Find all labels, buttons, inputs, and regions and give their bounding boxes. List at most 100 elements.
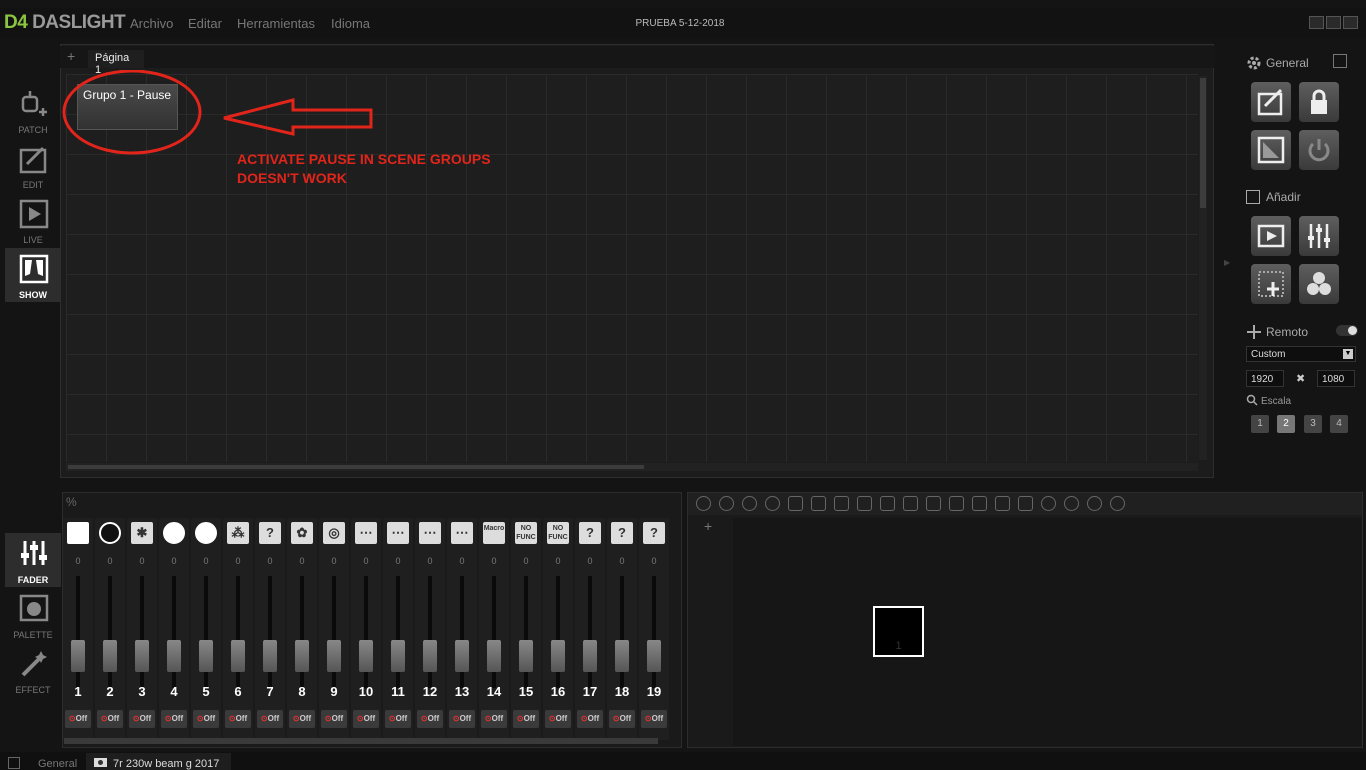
- nav-edit[interactable]: EDIT: [5, 138, 61, 192]
- page-tab[interactable]: Página 1: [88, 50, 144, 76]
- channel-off-button[interactable]: ⊙Off: [417, 710, 443, 728]
- redo-icon[interactable]: [1018, 496, 1033, 511]
- channel-off-button[interactable]: ⊙Off: [257, 710, 283, 728]
- channel-off-button[interactable]: ⊙Off: [321, 710, 347, 728]
- fader-knob[interactable]: [103, 640, 117, 672]
- fader-channel: ◎ 0 9 ⊙Off: [319, 518, 349, 740]
- fader-knob[interactable]: [231, 640, 245, 672]
- fixture-icon[interactable]: [1064, 496, 1079, 511]
- channel-off-button[interactable]: ⊙Off: [577, 710, 603, 728]
- channel-off-button[interactable]: ⊙Off: [449, 710, 475, 728]
- scale-button-1[interactable]: 1: [1251, 415, 1269, 433]
- up-icon[interactable]: [926, 496, 941, 511]
- align-icon[interactable]: [903, 496, 918, 511]
- channel-off-button[interactable]: ⊙Off: [385, 710, 411, 728]
- channel-off-button[interactable]: ⊙Off: [129, 710, 155, 728]
- stage-add-button[interactable]: +: [704, 518, 712, 534]
- channel-off-button[interactable]: ⊙Off: [545, 710, 571, 728]
- collapse-arrow-icon[interactable]: ▶: [1224, 258, 1230, 267]
- fader-knob[interactable]: [327, 640, 341, 672]
- nav-effect[interactable]: EFFECT: [5, 643, 61, 697]
- fader-knob[interactable]: [199, 640, 213, 672]
- scale-button-4[interactable]: 4: [1330, 415, 1348, 433]
- fader-knob[interactable]: [519, 640, 533, 672]
- undo-icon[interactable]: [995, 496, 1010, 511]
- lock-button[interactable]: [1299, 82, 1339, 122]
- add-page-button[interactable]: +: [67, 48, 75, 64]
- nav-live[interactable]: LIVE: [5, 193, 61, 247]
- show-vertical-scroll-thumb[interactable]: [1200, 78, 1206, 208]
- block-icon[interactable]: [857, 496, 872, 511]
- channel-off-button[interactable]: ⊙Off: [481, 710, 507, 728]
- channel-off-button[interactable]: ⊙Off: [225, 710, 251, 728]
- channel-off-button[interactable]: ⊙Off: [97, 710, 123, 728]
- fader-knob[interactable]: [487, 640, 501, 672]
- nav-fader[interactable]: FADER: [5, 533, 61, 587]
- select-icon[interactable]: [811, 496, 826, 511]
- resolution-preset-select[interactable]: Custom ▼: [1246, 346, 1356, 362]
- fader-knob[interactable]: [391, 640, 405, 672]
- height-input[interactable]: 1080: [1317, 370, 1355, 387]
- fader-knob[interactable]: [615, 640, 629, 672]
- expand-icon[interactable]: [1333, 54, 1347, 68]
- snap-icon[interactable]: [880, 496, 895, 511]
- nav-show[interactable]: SHOW: [5, 248, 61, 302]
- fader-knob[interactable]: [455, 640, 469, 672]
- power-icon[interactable]: [1041, 496, 1056, 511]
- add-scene-button[interactable]: [1251, 216, 1291, 256]
- minimize-button[interactable]: [1309, 16, 1324, 29]
- channel-off-button[interactable]: ⊙Off: [193, 710, 219, 728]
- zoom-reset-icon[interactable]: [742, 496, 757, 511]
- fader-knob[interactable]: [135, 640, 149, 672]
- add-rgb-button[interactable]: [1299, 264, 1339, 304]
- stage-area[interactable]: [733, 518, 1361, 746]
- channel-off-button[interactable]: ⊙Off: [289, 710, 315, 728]
- channel-off-button[interactable]: ⊙Off: [65, 710, 91, 728]
- add-matrix-button[interactable]: [1251, 264, 1291, 304]
- nav-patch[interactable]: PATCH: [5, 83, 61, 137]
- channel-off-button[interactable]: ⊙Off: [609, 710, 635, 728]
- channel-off-button[interactable]: ⊙Off: [641, 710, 667, 728]
- fader-knob[interactable]: [295, 640, 309, 672]
- fader-scrollbar[interactable]: [64, 738, 658, 744]
- status-general-tab[interactable]: General: [38, 758, 77, 770]
- fader-knob[interactable]: [359, 640, 373, 672]
- edit-mode-button[interactable]: [1251, 82, 1291, 122]
- down-icon[interactable]: [949, 496, 964, 511]
- matrix-icon[interactable]: [972, 496, 987, 511]
- move-icon[interactable]: [788, 496, 803, 511]
- fixture-alt-icon[interactable]: [1087, 496, 1102, 511]
- menu-editar[interactable]: Editar: [188, 16, 222, 31]
- channel-off-button[interactable]: ⊙Off: [161, 710, 187, 728]
- fader-knob[interactable]: [551, 640, 565, 672]
- width-input[interactable]: 1920: [1246, 370, 1284, 387]
- grid-icon[interactable]: [834, 496, 849, 511]
- fader-knob[interactable]: [71, 640, 85, 672]
- maximize-button[interactable]: [1326, 16, 1341, 29]
- fader-knob[interactable]: [167, 640, 181, 672]
- show-horizontal-scroll-thumb[interactable]: [68, 465, 644, 469]
- scale-button-3[interactable]: 3: [1304, 415, 1322, 433]
- back-icon[interactable]: [765, 496, 780, 511]
- target-icon[interactable]: [1110, 496, 1125, 511]
- channel-off-button[interactable]: ⊙Off: [353, 710, 379, 728]
- fader-knob[interactable]: [647, 640, 661, 672]
- add-fader-button[interactable]: [1299, 216, 1339, 256]
- restore-icon[interactable]: [8, 757, 20, 769]
- fader-knob[interactable]: [583, 640, 597, 672]
- channel-off-button[interactable]: ⊙Off: [513, 710, 539, 728]
- zoom-in-icon[interactable]: [719, 496, 734, 511]
- zoom-out-icon[interactable]: [696, 496, 711, 511]
- remoto-toggle[interactable]: [1336, 325, 1358, 336]
- fader-knob[interactable]: [423, 640, 437, 672]
- menu-idioma[interactable]: Idioma: [331, 16, 370, 31]
- close-button[interactable]: [1343, 16, 1358, 29]
- scale-button-2[interactable]: 2: [1277, 415, 1295, 433]
- nav-palette[interactable]: PALETTE: [5, 588, 61, 642]
- menu-archivo[interactable]: Archivo: [130, 16, 173, 31]
- menu-herramientas[interactable]: Herramientas: [237, 16, 315, 31]
- fader-channel: ⋯ 0 13 ⊙Off: [447, 518, 477, 740]
- fader-knob[interactable]: [263, 640, 277, 672]
- power-button[interactable]: [1299, 130, 1339, 170]
- fullscreen-button[interactable]: [1251, 130, 1291, 170]
